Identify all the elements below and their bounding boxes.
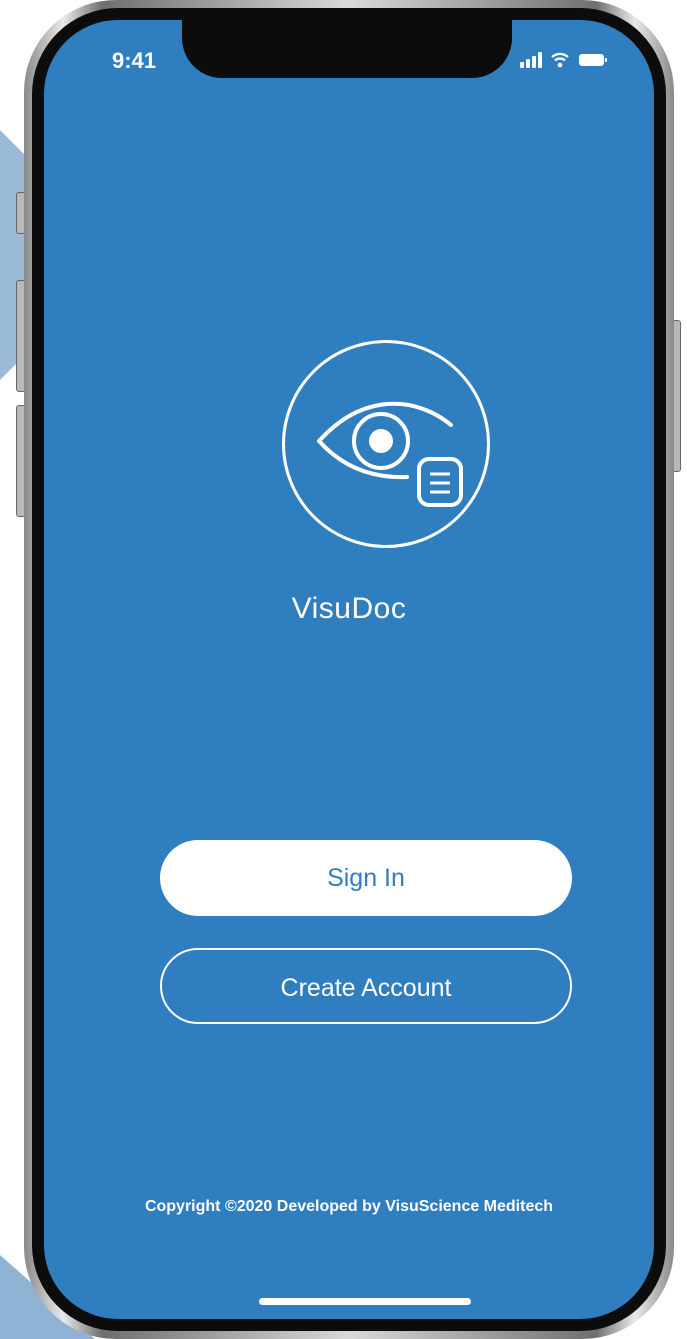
eye-document-icon (317, 401, 463, 507)
page: 9:41 VisuDoc Sign In Create Account Copy… (0, 0, 687, 1339)
phone-notch (182, 20, 512, 78)
copyright-text: Copyright ©2020 Developed by VisuScience… (144, 1198, 554, 1215)
phone-bezel: 9:41 VisuDoc Sign In Create Account Copy… (32, 8, 666, 1331)
status-icons (520, 50, 608, 68)
app-logo (282, 340, 490, 548)
sign-in-button[interactable]: Sign In (160, 840, 572, 916)
wifi-icon (550, 52, 570, 68)
signal-icon (520, 50, 542, 68)
home-indicator[interactable] (259, 1298, 471, 1305)
app-name: VisuDoc (291, 592, 407, 625)
status-time: 9:41 (112, 48, 157, 73)
app-screen: 9:41 VisuDoc Sign In Create Account Copy… (44, 20, 654, 1319)
create-account-button[interactable]: Create Account (160, 948, 572, 1024)
battery-icon (578, 52, 608, 68)
phone-frame: 9:41 VisuDoc Sign In Create Account Copy… (24, 0, 674, 1339)
